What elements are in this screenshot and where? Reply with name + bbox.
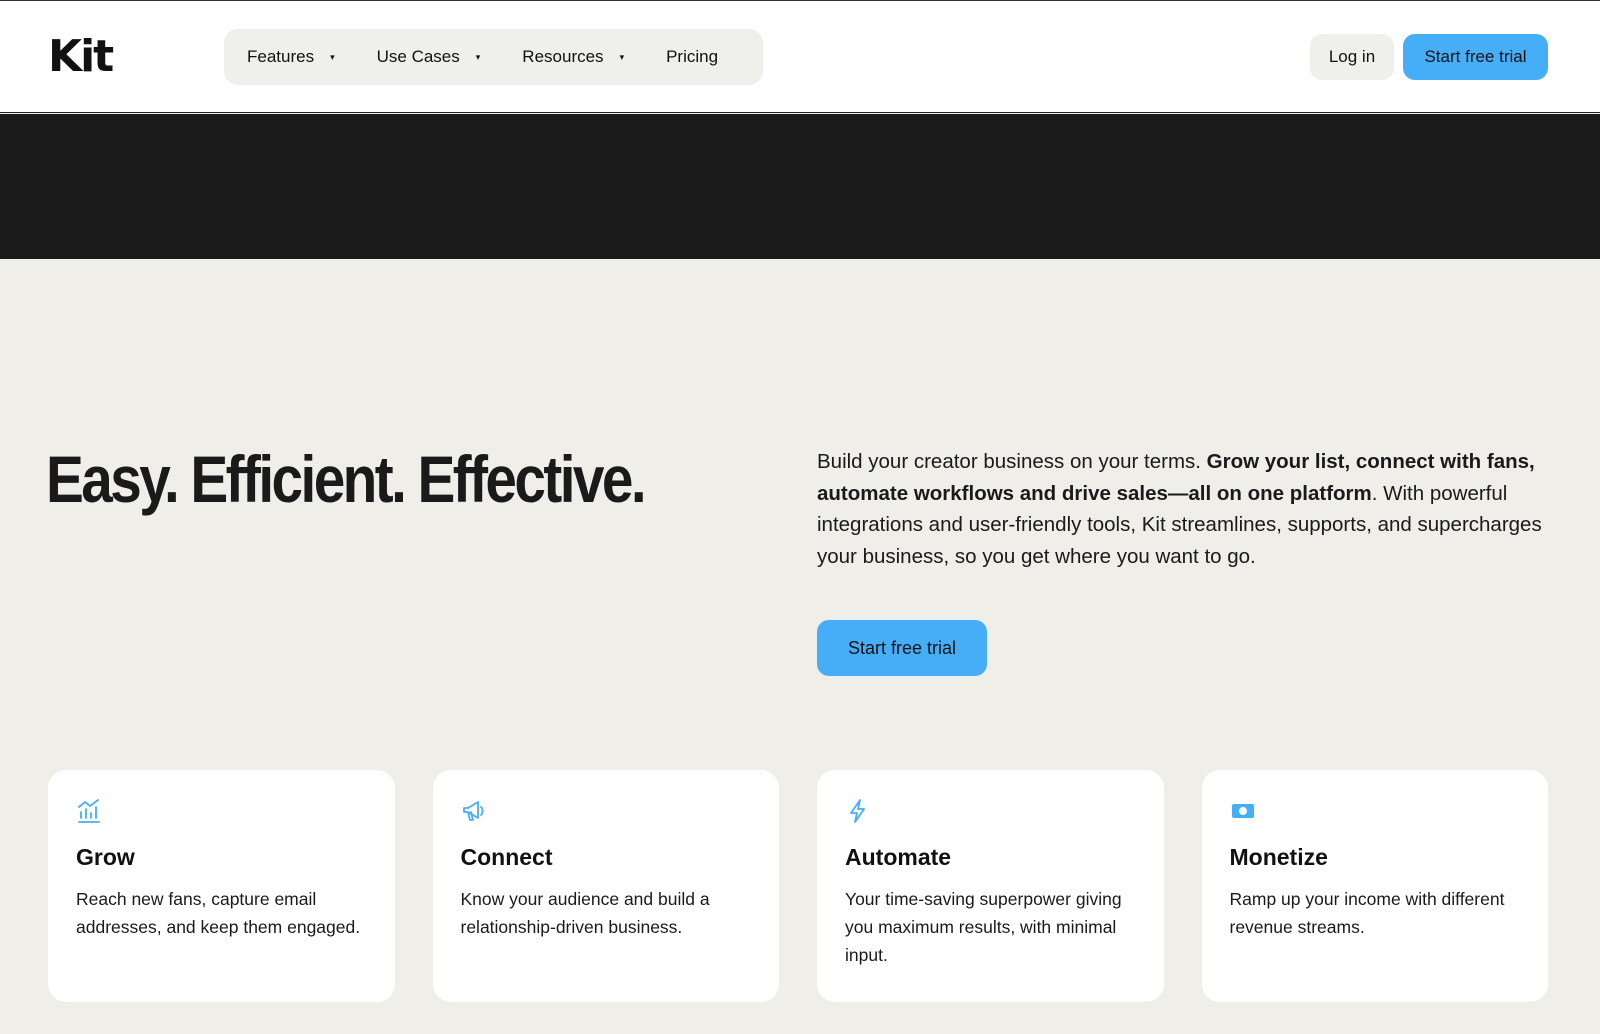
card-text: Reach new fans, capture email addresses,… (76, 889, 361, 937)
card-title: Grow (76, 844, 135, 870)
card-text: Your time-saving superpower giving you m… (845, 889, 1122, 965)
card-title: Connect (460, 844, 553, 870)
feature-cards: Grow Reach new fans, capture email addre… (48, 770, 1548, 1002)
card-text: Know your audience and build a relations… (460, 889, 710, 937)
start-free-trial-header-button[interactable]: Start free trial (1403, 34, 1548, 80)
card-title: Monetize (1229, 844, 1328, 870)
nav-use-cases-label: Use Cases (376, 47, 460, 66)
login-button[interactable]: Log in (1310, 34, 1394, 80)
card-automate: Automate Your time-saving superpower giv… (817, 770, 1164, 1002)
nav-pricing-label: Pricing (666, 47, 719, 66)
nav-pricing[interactable]: Pricing (666, 47, 718, 67)
chevron-down-icon: ▾ (475, 51, 481, 62)
hero-text-intro: Build your creator business on your term… (817, 450, 1207, 473)
site-header: Kit Features ▾ Use Cases ▾ Resources ▾ P… (0, 1, 1600, 113)
nav-features-label: Features (247, 47, 315, 66)
card-text: Ramp up your income with different reven… (1229, 889, 1505, 937)
dark-banner (0, 114, 1600, 259)
hero-title: Easy. Efficient. Effective. (46, 442, 647, 516)
card-grow: Grow Reach new fans, capture email addre… (48, 770, 395, 1002)
nav-resources-label: Resources (522, 47, 604, 66)
start-free-trial-hero-button[interactable]: Start free trial (817, 620, 987, 676)
main-nav: Features ▾ Use Cases ▾ Resources ▾ Prici… (224, 29, 763, 85)
card-connect: Connect Know your audience and build a r… (432, 770, 779, 1002)
nav-features[interactable]: Features ▾ (247, 47, 335, 67)
chevron-down-icon: ▾ (330, 51, 335, 62)
nav-use-cases[interactable]: Use Cases ▾ (377, 47, 481, 67)
nav-resources[interactable]: Resources ▾ (522, 47, 624, 67)
money-icon (1230, 798, 1256, 824)
card-title: Automate (845, 844, 952, 870)
card-monetize: Monetize Ramp up your income with differ… (1201, 770, 1548, 1002)
kit-logo[interactable]: Kit (48, 35, 114, 79)
chevron-down-icon: ▾ (619, 51, 625, 62)
lightning-icon (845, 798, 871, 824)
hero-description: Build your creator business on your term… (817, 446, 1552, 573)
megaphone-icon (461, 798, 487, 824)
chart-icon (76, 798, 102, 824)
